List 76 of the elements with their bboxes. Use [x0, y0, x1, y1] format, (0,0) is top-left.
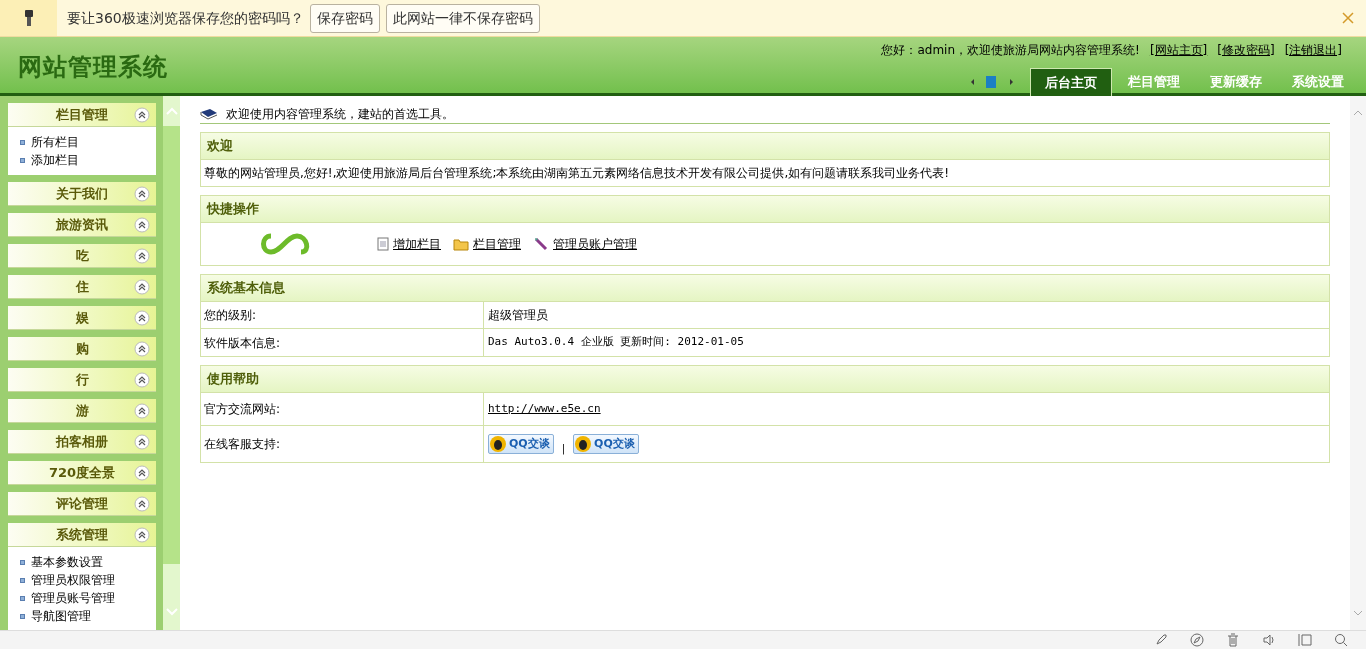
notepad-icon	[377, 237, 389, 251]
collapse-icon[interactable]	[134, 279, 150, 295]
info-label: 在线客服支持:	[201, 426, 484, 462]
sidebar-section-header[interactable]: 吃	[8, 244, 156, 268]
sidebar-section-header[interactable]: 栏目管理	[8, 103, 156, 127]
collapse-icon[interactable]	[134, 248, 150, 264]
info-label: 官方交流网站:	[201, 393, 484, 425]
collapse-icon[interactable]	[134, 372, 150, 388]
book-icon	[200, 107, 218, 120]
bullet-icon	[20, 559, 25, 565]
trash-icon[interactable]	[1226, 633, 1240, 647]
sidebar-link[interactable]: 添加栏目	[31, 151, 79, 169]
nav-arrows-icon[interactable]	[970, 76, 1014, 88]
welcome-text: 尊敬的网站管理员,您好!,欢迎使用旅游局后台管理系统;本系统由湖南第五元素网络信息技术开发有限公司提供,如有问题请联系我司业务代表!	[203, 165, 951, 182]
collapse-icon[interactable]	[134, 527, 150, 543]
bullet-icon	[20, 577, 25, 583]
sidebar-link[interactable]: 管理员账号管理	[31, 589, 115, 607]
key-icon	[23, 9, 34, 27]
info-value: 超级管理员	[487, 307, 549, 324]
bullet-icon	[20, 157, 25, 163]
header-link[interactable]: [修改密码]	[1217, 41, 1275, 59]
info-value: Das Auto3.0.4 企业版 更新时间: 2012-01-05	[487, 334, 745, 351]
website-link[interactable]: http://www.e5e.cn	[484, 400, 605, 418]
collapse-icon[interactable]	[134, 434, 150, 450]
save-password-prompt: 要让360极速浏览器保存您的密码吗？	[67, 8, 304, 28]
panel-title: 欢迎	[201, 133, 1329, 160]
sidebar-section-header[interactable]: 720度全景	[8, 461, 156, 485]
bullet-icon	[20, 595, 25, 601]
sidebar-link[interactable]: 所有栏目	[31, 133, 79, 151]
info-label: 软件版本信息:	[201, 329, 484, 356]
collapse-icon[interactable]	[134, 403, 150, 419]
wand-icon	[533, 236, 549, 252]
sidebar-link[interactable]: 管理员权限管理	[31, 571, 115, 589]
collapse-icon[interactable]	[134, 341, 150, 357]
info-label: 您的级别:	[201, 302, 484, 328]
compass-icon[interactable]	[1190, 633, 1204, 647]
collapse-icon[interactable]	[134, 465, 150, 481]
intro-text: 欢迎使用内容管理系统，建站的首选工具。	[226, 105, 454, 123]
panel-title: 使用帮助	[201, 366, 1329, 393]
collapse-icon[interactable]	[134, 496, 150, 512]
nav-tab[interactable]: 后台主页	[1030, 68, 1112, 96]
collapse-icon[interactable]	[134, 310, 150, 326]
qq-chat-button[interactable]: QQ交谈	[488, 434, 554, 454]
collapse-icon[interactable]	[134, 217, 150, 233]
separator-text: |	[561, 441, 566, 456]
sidebar-section-header[interactable]: 旅游资讯	[8, 213, 156, 237]
prompt-button[interactable]: 此网站一律不保存密码	[385, 3, 540, 33]
sidebar-section-header[interactable]: 评论管理	[8, 492, 156, 516]
speaker-icon[interactable]	[1262, 633, 1276, 647]
sidebar-section-header[interactable]: 娱	[8, 306, 156, 330]
sidebar-section-header[interactable]: 购	[8, 337, 156, 361]
sidebar-section-header[interactable]: 系统管理	[8, 523, 156, 547]
header-link[interactable]: [注销退出]	[1284, 41, 1342, 59]
sidebar-section-header[interactable]: 住	[8, 275, 156, 299]
sidebar-section-header[interactable]: 行	[8, 368, 156, 392]
quick-link[interactable]: 栏目管理	[473, 235, 521, 253]
sidebar-link[interactable]: 导航图管理	[31, 607, 91, 625]
bullet-icon	[20, 613, 25, 619]
quick-link[interactable]: 管理员账户管理	[553, 235, 637, 253]
quick-link[interactable]: 增加栏目	[393, 235, 441, 253]
bullet-icon	[20, 139, 25, 145]
qq-chat-button[interactable]: QQ交谈	[573, 434, 639, 454]
greeting-text: 您好：admin，欢迎使旅游局网站内容管理系统!	[881, 42, 1140, 59]
site-logo: 网站管理系统	[18, 52, 168, 83]
search-icon[interactable]	[1334, 633, 1348, 647]
header-link[interactable]: [网站主页]	[1149, 41, 1208, 59]
sidebar-section-header[interactable]: 关于我们	[8, 182, 156, 206]
folder-icon	[453, 237, 469, 251]
panel-title: 快捷操作	[201, 196, 1329, 223]
sidebar-link[interactable]: 基本参数设置	[31, 553, 103, 571]
collapse-icon[interactable]	[134, 186, 150, 202]
prompt-button[interactable]: 保存密码	[309, 3, 380, 33]
sidebar-section-header[interactable]: 游	[8, 399, 156, 423]
collapse-icon[interactable]	[134, 107, 150, 123]
panel-title: 系统基本信息	[201, 275, 1329, 302]
sidebar-section-header[interactable]: 拍客相册	[8, 430, 156, 454]
